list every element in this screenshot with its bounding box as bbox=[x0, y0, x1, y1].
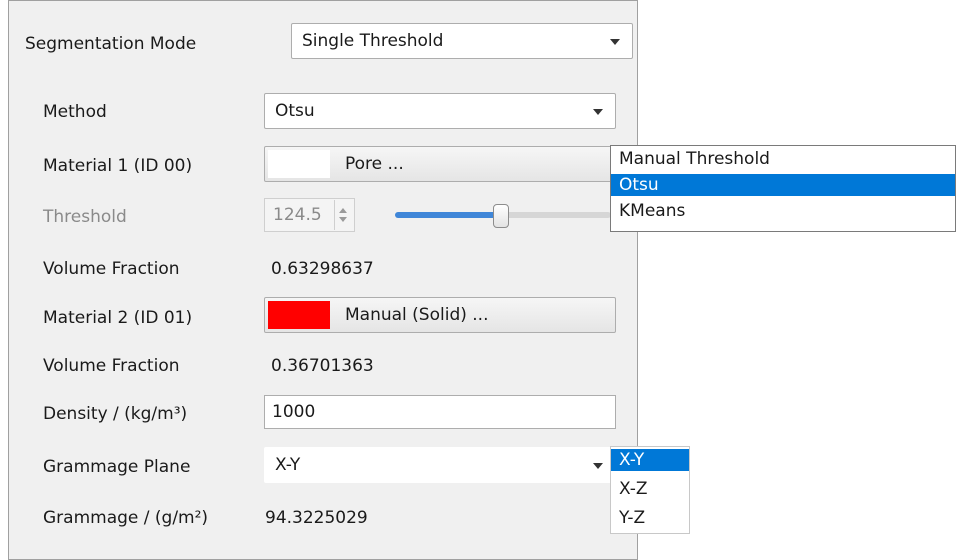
threshold-slider-track[interactable] bbox=[501, 212, 611, 218]
grammage-value: 94.3225029 bbox=[265, 508, 368, 528]
grammage-plane-combo[interactable]: X-Y bbox=[264, 447, 616, 483]
spin-buttons[interactable] bbox=[334, 200, 353, 230]
chevron-down-icon bbox=[593, 463, 603, 469]
method-dropdown-list[interactable]: Manual Threshold Otsu KMeans bbox=[610, 145, 956, 232]
method-combo[interactable]: Otsu bbox=[264, 93, 616, 129]
material-2-button-label: Manual (Solid) ... bbox=[345, 305, 489, 325]
material-1-button-label: Pore ... bbox=[345, 154, 404, 174]
spin-up-icon bbox=[339, 208, 347, 213]
segmentation-settings-panel: Segmentation Mode Single Threshold Metho… bbox=[8, 0, 638, 560]
grammage-label: Grammage / (g/m²) bbox=[43, 508, 209, 528]
density-value: 1000 bbox=[272, 402, 316, 422]
method-option-otsu[interactable]: Otsu bbox=[611, 174, 955, 196]
method-option-kmeans[interactable]: KMeans bbox=[611, 200, 955, 222]
method-value: Otsu bbox=[275, 101, 315, 121]
threshold-value: 124.5 bbox=[273, 205, 322, 225]
spin-down-icon bbox=[339, 217, 347, 222]
volume-fraction-2-value: 0.36701363 bbox=[271, 356, 374, 376]
threshold-slider-fill bbox=[395, 212, 501, 218]
grammage-plane-label: Grammage Plane bbox=[43, 457, 191, 477]
grammage-plane-dropdown-list[interactable]: X-Y X-Z Y-Z bbox=[610, 446, 690, 534]
material-1-button[interactable]: Pore ... bbox=[264, 146, 616, 182]
segmentation-mode-label: Segmentation Mode bbox=[25, 34, 197, 54]
grammage-plane-option-xy[interactable]: X-Y bbox=[611, 449, 689, 471]
grammage-plane-option-xz[interactable]: X-Z bbox=[611, 478, 689, 500]
segmentation-mode-combo[interactable]: Single Threshold bbox=[291, 23, 633, 59]
chevron-down-icon bbox=[593, 109, 603, 115]
threshold-slider-handle[interactable] bbox=[493, 204, 509, 228]
grammage-plane-option-yz[interactable]: Y-Z bbox=[611, 507, 689, 529]
material-1-color-swatch bbox=[268, 150, 330, 178]
volume-fraction-1-label: Volume Fraction bbox=[43, 259, 180, 279]
grammage-plane-value: X-Y bbox=[275, 455, 301, 475]
method-label: Method bbox=[43, 102, 107, 122]
volume-fraction-2-label: Volume Fraction bbox=[43, 356, 180, 376]
segmentation-mode-value: Single Threshold bbox=[302, 31, 444, 51]
volume-fraction-1-value: 0.63298637 bbox=[271, 259, 374, 279]
material-2-color-swatch bbox=[268, 301, 330, 329]
method-option-manual-threshold[interactable]: Manual Threshold bbox=[611, 148, 955, 170]
density-label: Density / (kg/m³) bbox=[43, 404, 188, 424]
material-1-label: Material 1 (ID 00) bbox=[43, 156, 193, 176]
density-input[interactable]: 1000 bbox=[264, 395, 616, 429]
material-2-label: Material 2 (ID 01) bbox=[43, 308, 193, 328]
material-2-button[interactable]: Manual (Solid) ... bbox=[264, 297, 616, 333]
threshold-label: Threshold bbox=[43, 207, 127, 227]
threshold-spinbox[interactable]: 124.5 bbox=[264, 198, 355, 232]
chevron-down-icon bbox=[610, 39, 620, 45]
